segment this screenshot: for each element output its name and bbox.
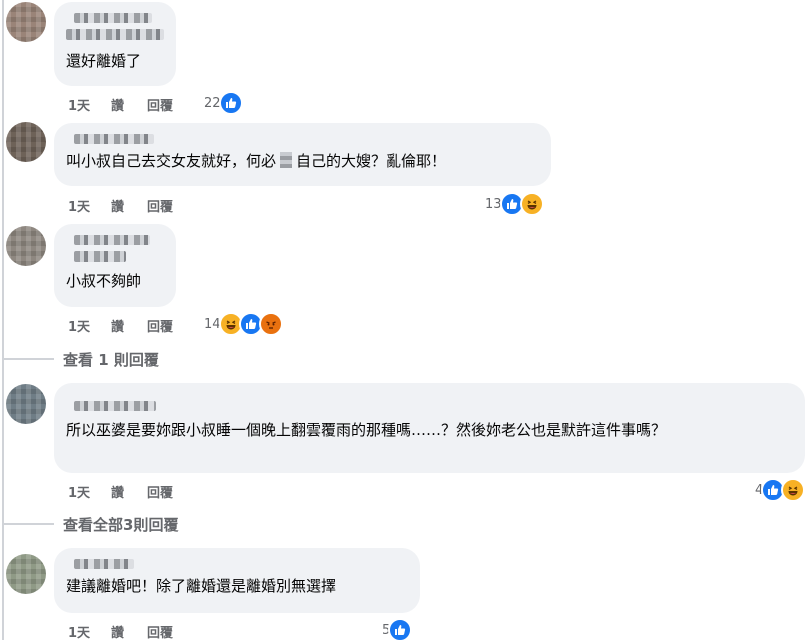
like-button[interactable]: 讚 — [111, 316, 124, 335]
reply-button[interactable]: 回覆 — [147, 622, 173, 641]
thread-line — [2, 0, 4, 640]
comment-text: 叫小叔自己去交女友就好，何必 自己的大嫂？亂倫耶！ — [66, 150, 539, 172]
avatar[interactable] — [6, 122, 46, 162]
avatar[interactable] — [6, 2, 46, 42]
like-button[interactable]: 讚 — [111, 95, 124, 114]
avatar[interactable] — [6, 384, 46, 424]
comment-text-part: 自己的大嫂？亂倫耶！ — [296, 152, 447, 170]
angry-icon — [258, 312, 283, 336]
author-name[interactable] — [74, 559, 134, 569]
timestamp[interactable]: 1天 — [68, 316, 90, 335]
avatar[interactable] — [6, 226, 46, 266]
like-button[interactable]: 讚 — [111, 196, 124, 215]
comment-text: 建議離婚吧！除了離婚還是離婚別無選擇 — [66, 577, 337, 595]
like-icon — [388, 618, 413, 642]
like-button[interactable]: 讚 — [111, 482, 124, 501]
timestamp[interactable]: 1天 — [68, 196, 90, 215]
like-button[interactable]: 讚 — [111, 622, 124, 641]
author-name-line2 — [74, 251, 126, 262]
reaction-summary[interactable]: 5 — [382, 618, 413, 642]
reply-connector — [4, 523, 54, 525]
comment-text: 所以巫婆是要妳跟小叔睡一個晚上翻雲覆雨的那種嗎……？然後妳老公也是默許這件事嗎？ — [66, 421, 667, 439]
author-name-line2 — [66, 29, 164, 40]
timestamp[interactable]: 1天 — [68, 482, 90, 501]
author-name[interactable] — [74, 134, 154, 144]
reply-connector — [4, 358, 54, 360]
censored-block — [280, 152, 293, 168]
like-icon — [218, 91, 243, 115]
author-name[interactable] — [74, 13, 152, 23]
comment-bubble: 小叔不夠帥 — [54, 224, 176, 307]
timestamp[interactable]: 1天 — [68, 95, 90, 114]
reaction-summary[interactable]: 22 — [204, 91, 243, 115]
view-replies-link[interactable]: 查看 1 則回覆 — [63, 349, 159, 370]
view-replies-link[interactable]: 查看全部3則回覆 — [63, 514, 178, 535]
author-name[interactable] — [74, 401, 156, 411]
comment-bubble: 建議離婚吧！除了離婚還是離婚別無選擇 — [54, 548, 420, 613]
comment-bubble: 叫小叔自己去交女友就好，何必 自己的大嫂？亂倫耶！ — [54, 123, 551, 186]
reply-button[interactable]: 回覆 — [147, 196, 173, 215]
reply-button[interactable]: 回覆 — [147, 482, 173, 501]
reaction-summary[interactable]: 4 — [755, 478, 805, 502]
comment-bubble: 還好離婚了 — [54, 2, 176, 86]
reaction-summary[interactable]: 14 — [204, 312, 283, 336]
reply-button[interactable]: 回覆 — [147, 316, 173, 335]
haha-icon — [781, 478, 805, 502]
comment-text-part: 叫小叔自己去交女友就好，何必 — [66, 152, 277, 170]
timestamp[interactable]: 1天 — [68, 622, 90, 641]
avatar[interactable] — [6, 554, 46, 594]
comment-text: 小叔不夠帥 — [66, 272, 142, 290]
reaction-summary[interactable]: 13 — [485, 192, 544, 216]
reply-button[interactable]: 回覆 — [147, 95, 173, 114]
comment-bubble: 所以巫婆是要妳跟小叔睡一個晚上翻雲覆雨的那種嗎……？然後妳老公也是默許這件事嗎？ — [54, 383, 805, 473]
author-name[interactable] — [74, 235, 150, 245]
haha-icon — [519, 192, 544, 216]
comment-text: 還好離婚了 — [66, 52, 142, 70]
